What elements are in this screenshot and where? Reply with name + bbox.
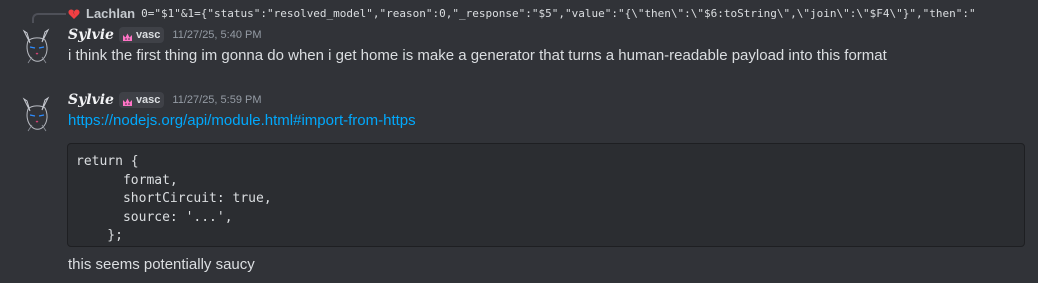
code-line: return {: [76, 154, 139, 169]
server-tag[interactable]: vasc: [118, 92, 165, 108]
author-name[interactable]: Sylvie: [68, 27, 114, 43]
message-header: Sylvie vasc 11/27/25, 5:40 PM: [68, 27, 262, 43]
message-header: Sylvie vasc 11/27/25, 5:59 PM: [68, 92, 262, 108]
message-link[interactable]: https://nodejs.org/api/module.html#impor…: [68, 112, 416, 129]
chat-area: Lachlan 0="$1"&1={"status":"resolved_mod…: [0, 0, 1038, 283]
author-name[interactable]: Sylvie: [68, 92, 114, 108]
reply-author[interactable]: Lachlan: [86, 6, 135, 21]
message-text: this seems potentially saucy: [68, 256, 255, 273]
pink-crown-icon: [122, 95, 133, 106]
server-tag-label: vasc: [135, 94, 161, 106]
message-text: i think the first thing im gonna do when…: [68, 47, 887, 64]
code-line: shortCircuit: true,: [76, 191, 272, 206]
broken-heart-icon: [68, 7, 80, 19]
reply-connector: [32, 13, 66, 23]
reply-preview[interactable]: Lachlan 0="$1"&1={"status":"resolved_mod…: [68, 4, 1038, 22]
avatar[interactable]: [18, 27, 56, 65]
server-tag-label: vasc: [135, 29, 161, 41]
timestamp[interactable]: 11/27/25, 5:40 PM: [172, 29, 261, 41]
code-line: };: [76, 228, 123, 243]
avatar[interactable]: [18, 95, 56, 133]
pink-crown-icon: [122, 30, 133, 41]
code-line: format,: [76, 172, 178, 188]
server-tag[interactable]: vasc: [118, 27, 165, 43]
timestamp[interactable]: 11/27/25, 5:59 PM: [172, 94, 261, 106]
reply-text[interactable]: 0="$1"&1={"status":"resolved_model","rea…: [141, 7, 975, 20]
code-block: return { format, shortCircuit: true, sou…: [67, 143, 1025, 247]
code-line: source: '...',: [76, 209, 233, 225]
